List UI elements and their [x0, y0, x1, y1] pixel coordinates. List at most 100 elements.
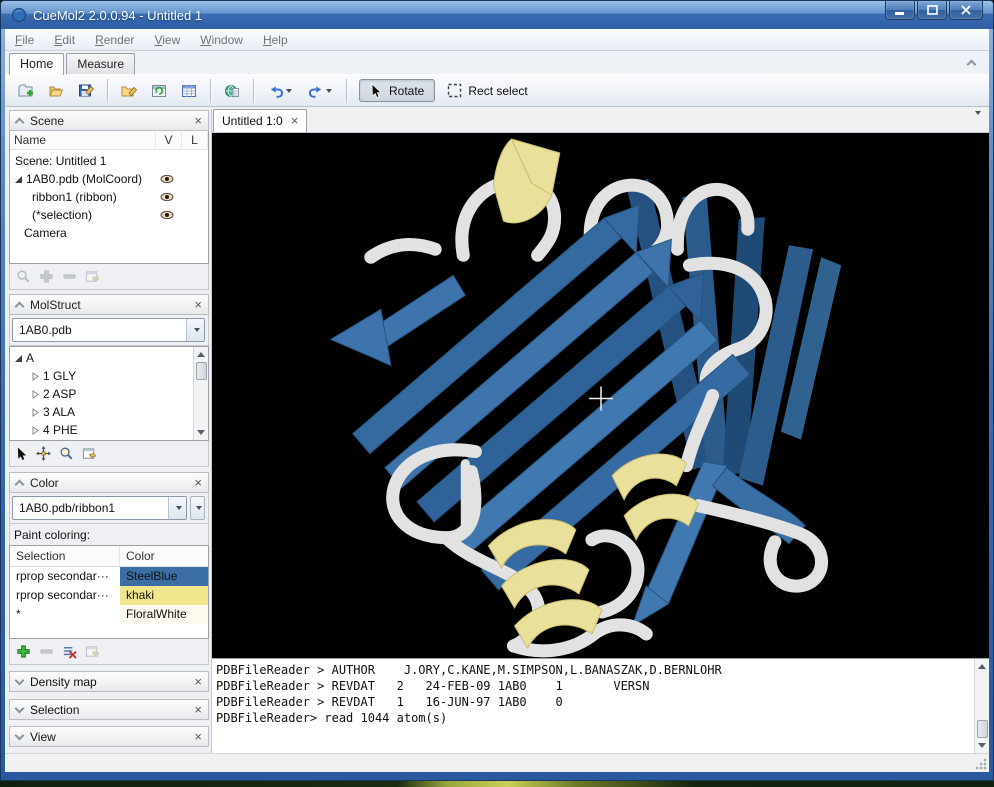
column-name[interactable]: Name	[10, 131, 156, 149]
tree-row-chain-a[interactable]: A	[10, 349, 193, 367]
selection-panel-title: Selection	[30, 703, 187, 717]
zoom-icon[interactable]	[16, 269, 31, 284]
viewport-canvas[interactable]	[212, 133, 989, 658]
tree-row-ribbon1[interactable]: ribbon1 (ribbon)	[10, 188, 208, 206]
scroll-down-icon[interactable]	[194, 425, 209, 440]
open-scene-button[interactable]	[43, 78, 69, 104]
tree-row-molcoord[interactable]: 1AB0.pdb (MolCoord)	[10, 170, 208, 188]
save-scene-button[interactable]	[73, 78, 99, 104]
open-file-button[interactable]	[116, 78, 142, 104]
clear-paint-list-icon[interactable]	[62, 644, 77, 659]
density-map-panel-header[interactable]: Density map ×	[9, 671, 209, 692]
color-extra-dropdown-button[interactable]	[190, 496, 205, 520]
molstruct-panel-header[interactable]: MolStruct ×	[9, 294, 209, 315]
maximize-button[interactable]	[917, 1, 947, 20]
tree-row-residue[interactable]: 2 ASP	[10, 385, 193, 403]
molstruct-panel-close-icon[interactable]: ×	[194, 300, 202, 310]
column-lock[interactable]: L	[182, 131, 208, 149]
tree-row-camera[interactable]: Camera	[10, 224, 208, 242]
rect-select-button[interactable]: Rect select	[439, 80, 535, 101]
view-tab-overflow-button[interactable]	[973, 115, 981, 129]
zoom-to-selection-icon[interactable]	[59, 446, 74, 461]
properties-icon[interactable]	[82, 446, 97, 461]
tree-row-selection[interactable]: (*selection)	[10, 206, 208, 224]
combo-dropdown-button[interactable]	[168, 497, 186, 519]
minimize-button[interactable]	[885, 1, 915, 20]
selection-panel-close-icon[interactable]: ×	[194, 705, 202, 715]
properties-icon[interactable]	[85, 644, 100, 659]
tree-row-residue[interactable]: 4 PHE	[10, 421, 193, 439]
view-tab-close-icon[interactable]: ×	[291, 116, 299, 126]
reload-file-button[interactable]	[146, 78, 172, 104]
expander-collapsed-icon[interactable]	[32, 390, 39, 399]
expander-collapsed-icon[interactable]	[32, 426, 39, 435]
expander-expanded-icon[interactable]	[15, 176, 22, 183]
log-scrollbar[interactable]	[974, 659, 989, 753]
select-tool-icon[interactable]	[16, 446, 28, 461]
density-map-close-icon[interactable]: ×	[194, 677, 202, 687]
visibility-eye-icon[interactable]	[160, 192, 174, 202]
rotate-mode-button[interactable]: Rotate	[359, 79, 435, 102]
add-paint-icon[interactable]	[16, 644, 31, 659]
color-renderer-select[interactable]: 1AB0.pdb/ribbon1	[12, 496, 187, 520]
paint-row[interactable]: rprop secondar··· SteelBlue	[10, 567, 208, 586]
scrollbar-thumb[interactable]	[977, 720, 988, 738]
expander-collapsed-icon[interactable]	[32, 372, 39, 381]
column-selection[interactable]: Selection	[10, 546, 120, 566]
selection-panel-header[interactable]: Selection ×	[9, 699, 209, 720]
menu-view[interactable]: View	[154, 33, 180, 47]
menu-help[interactable]: Help	[263, 33, 288, 47]
scrollbar-thumb[interactable]	[196, 362, 207, 380]
menu-file[interactable]: File	[15, 33, 34, 47]
menu-render[interactable]: Render	[95, 33, 134, 47]
undo-button[interactable]	[262, 78, 298, 104]
view-panel-header[interactable]: View ×	[9, 726, 209, 747]
color-panel-header[interactable]: Color ×	[9, 472, 209, 493]
chevron-down-icon	[15, 703, 25, 713]
scene-panel-header[interactable]: Scene ×	[9, 110, 209, 131]
mol-table-button[interactable]	[176, 78, 202, 104]
tab-home[interactable]: Home	[9, 53, 64, 75]
menu-window[interactable]: Window	[200, 33, 243, 47]
scene-panel-close-icon[interactable]: ×	[194, 116, 202, 126]
redo-button[interactable]	[302, 78, 338, 104]
remove-icon[interactable]	[62, 269, 77, 284]
visibility-eye-icon[interactable]	[160, 210, 174, 220]
color-panel-close-icon[interactable]: ×	[194, 478, 202, 488]
resize-grip[interactable]	[974, 757, 987, 770]
tab-measure[interactable]: Measure	[66, 53, 135, 74]
chevron-up-icon	[15, 301, 25, 311]
remove-paint-icon[interactable]	[39, 644, 54, 659]
scroll-down-icon[interactable]	[975, 738, 990, 753]
ribbon-collapse-button[interactable]	[963, 56, 979, 70]
paint-row[interactable]: rprop secondar··· khaki	[10, 586, 208, 605]
add-icon[interactable]	[39, 269, 54, 284]
fetch-pdb-button[interactable]	[219, 78, 245, 104]
view-panel-close-icon[interactable]: ×	[194, 732, 202, 742]
column-visible[interactable]: V	[156, 131, 182, 149]
properties-icon[interactable]	[85, 269, 100, 284]
molstruct-scrollbar[interactable]	[193, 347, 208, 440]
redo-dropdown-icon[interactable]	[326, 89, 332, 93]
close-button[interactable]	[949, 1, 983, 20]
molstruct-mol-select[interactable]: 1AB0.pdb	[12, 318, 205, 342]
new-scene-button[interactable]	[13, 78, 39, 104]
menu-edit[interactable]: Edit	[54, 33, 75, 47]
tree-row-residue[interactable]: 1 GLY	[10, 367, 193, 385]
tree-row-scene[interactable]: Scene: Untitled 1	[10, 152, 208, 170]
save-icon	[78, 83, 94, 99]
scroll-up-icon[interactable]	[975, 659, 990, 674]
combo-dropdown-button[interactable]	[186, 319, 204, 341]
expander-collapsed-icon[interactable]	[32, 408, 39, 417]
view-tab-untitled[interactable]: Untitled 1:0 ×	[213, 109, 307, 132]
title-bar: CueMol2 2.0.0.94 - Untitled 1	[1, 1, 993, 29]
log-output[interactable]: PDBFileReader > AUTHOR J.ORY,C.KANE,M.SI…	[212, 659, 974, 753]
column-color[interactable]: Color	[120, 546, 161, 566]
scroll-up-icon[interactable]	[194, 347, 209, 362]
center-view-icon[interactable]	[36, 446, 51, 461]
expander-expanded-icon[interactable]	[15, 355, 22, 362]
tree-row-residue[interactable]: 3 ALA	[10, 403, 193, 421]
paint-row[interactable]: * FloralWhite	[10, 605, 208, 624]
visibility-eye-icon[interactable]	[160, 174, 174, 184]
undo-dropdown-icon[interactable]	[286, 89, 292, 93]
